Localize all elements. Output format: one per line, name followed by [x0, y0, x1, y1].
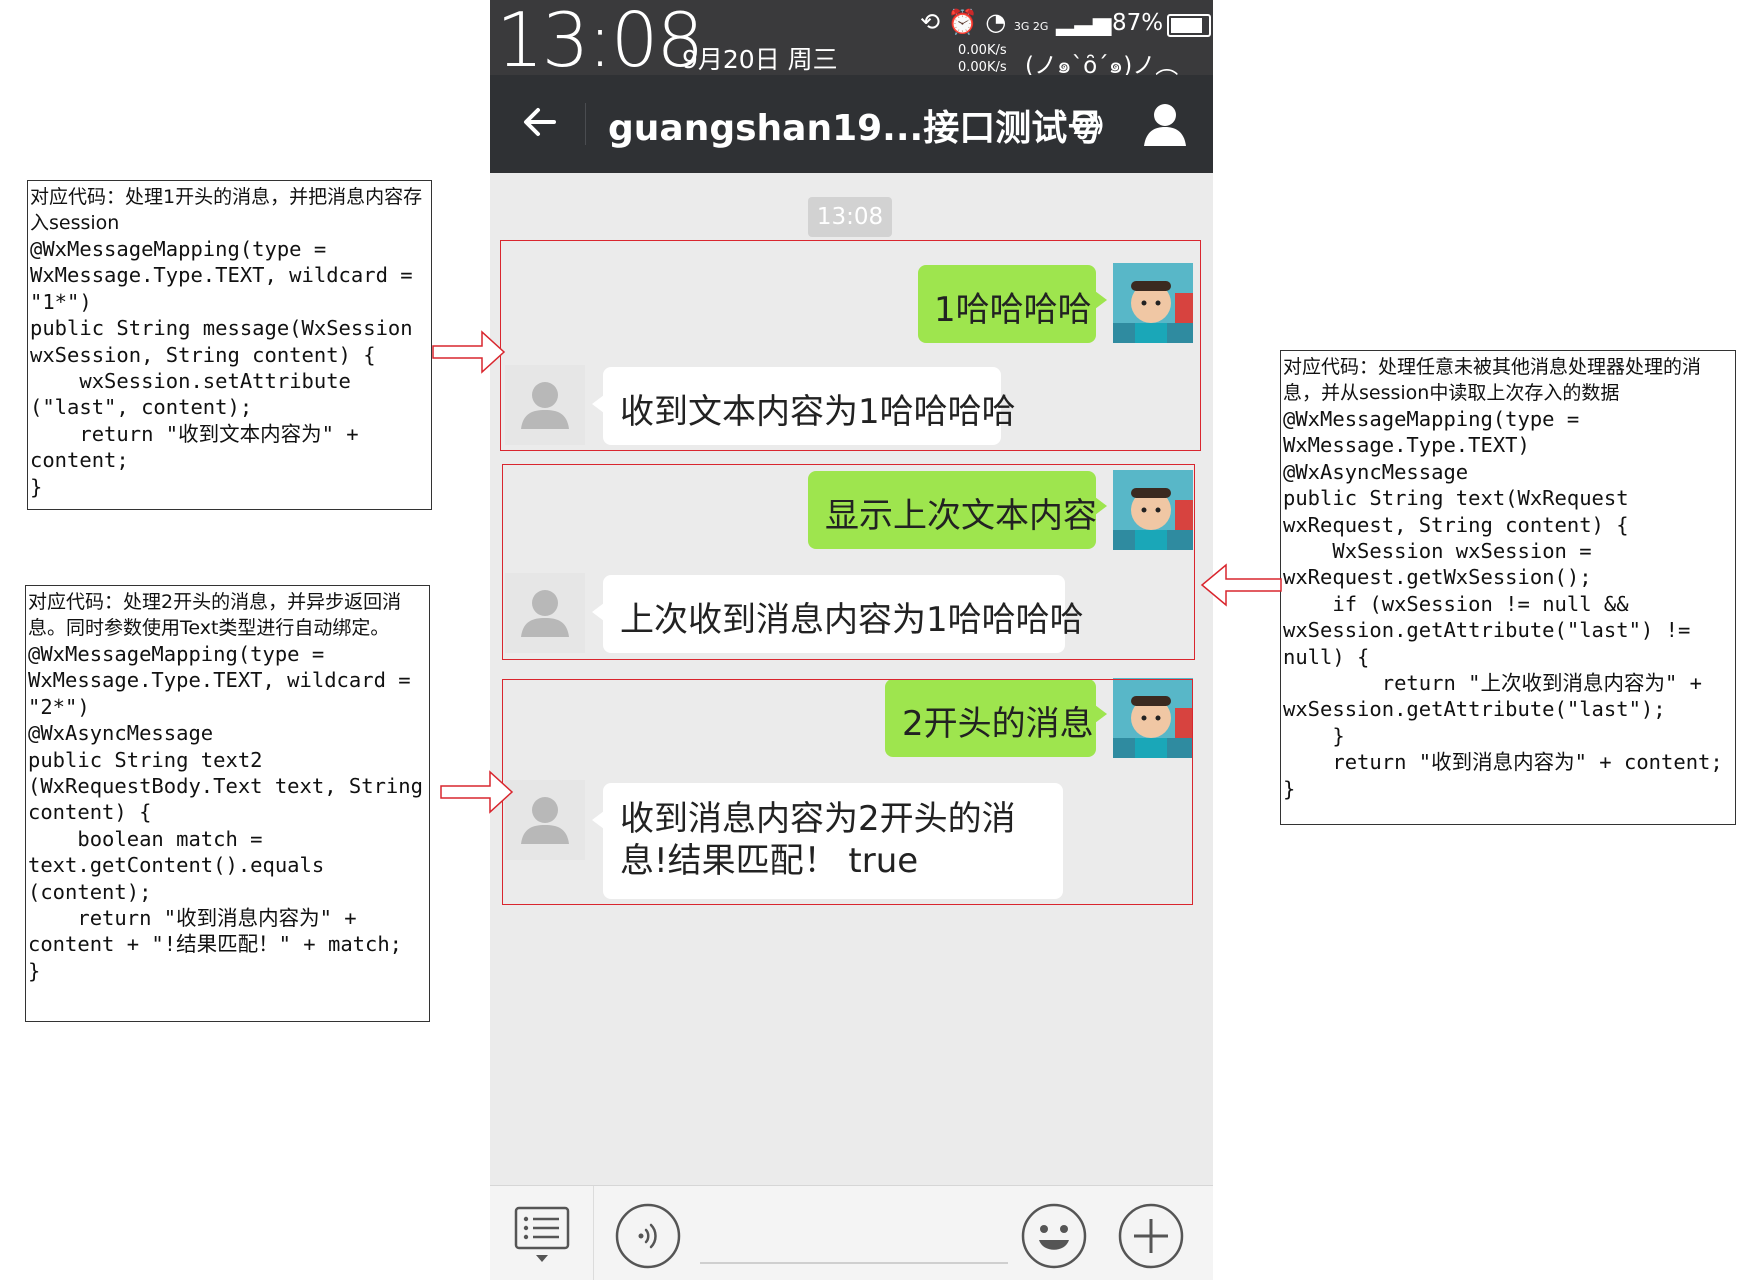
- voice-icon: [615, 1203, 681, 1269]
- status-icons: ⟲ ⏰ ◔ 3G 2G ▂▃▅: [920, 8, 1111, 36]
- battery-icon: [1167, 14, 1211, 37]
- plus-icon: [1118, 1203, 1184, 1269]
- note-heading: 对应代码：处理任意未被其他消息处理器处理的消息，并从session中读取上次存入…: [1283, 356, 1702, 404]
- rotate-lock-icon: ⟲: [920, 8, 941, 36]
- menu-button[interactable]: [514, 1206, 570, 1262]
- list-menu-icon: [514, 1206, 570, 1262]
- emoji-button[interactable]: [1021, 1203, 1087, 1269]
- profile-button[interactable]: [1140, 99, 1190, 149]
- net-speed-up: 0.00K/s: [958, 43, 1007, 58]
- arrow-right-icon: [432, 330, 506, 374]
- note-code: @WxMessageMapping(type = WxMessage.Type.…: [30, 237, 413, 499]
- plus-button[interactable]: [1118, 1203, 1184, 1269]
- note-heading: 对应代码：处理1开头的消息，并把消息内容存入session: [30, 186, 423, 234]
- chat-title: guangshan19...接口测试号: [608, 108, 1104, 149]
- code-note-2: 对应代码：处理2开头的消息，并异步返回消息。同时参数使用Text类型进行自动绑定…: [25, 585, 430, 1022]
- network-type: 3G 2G: [1013, 20, 1049, 33]
- note-heading: 对应代码：处理2开头的消息，并异步返回消息。同时参数使用Text类型进行自动绑定…: [28, 591, 402, 639]
- message-input[interactable]: [700, 1262, 1008, 1264]
- input-bar: [490, 1185, 1213, 1280]
- date: 9月20日 周三: [682, 45, 838, 74]
- person-icon: [1144, 104, 1186, 146]
- chat-header: guangshan19...接口测试号: [490, 75, 1213, 173]
- highlight-box: [500, 240, 1201, 451]
- clock: 13:08: [496, 0, 704, 84]
- note-code: @WxMessageMapping(type = WxMessage.Type.…: [1283, 407, 1723, 801]
- arrow-left-icon: [1200, 563, 1282, 607]
- code-note-3: 对应代码：处理任意未被其他消息处理器处理的消息，并从session中读取上次存入…: [1280, 350, 1736, 825]
- note-code: @WxMessageMapping(type = WxMessage.Type.…: [28, 642, 423, 983]
- ear-icon: [1072, 111, 1103, 140]
- battery-percent: 87%: [1112, 10, 1164, 36]
- signal-icon: ▂▃▅: [1056, 8, 1112, 36]
- ear-mode-button[interactable]: [1065, 105, 1105, 145]
- input-separator: [593, 1186, 594, 1280]
- arrow-left-icon: [524, 108, 556, 136]
- message-timestamp: 13:08: [808, 197, 892, 237]
- arrow-right-icon: [440, 770, 514, 814]
- net-speed: 0.00K/s 0.00K/s: [958, 42, 1007, 76]
- voice-button[interactable]: [615, 1203, 681, 1269]
- phone-screen: 13:08 9月20日 周三 ⟲ ⏰ ◔ 3G 2G ▂▃▅ 87% 0.00K…: [490, 0, 1213, 1280]
- emoji-icon: [1021, 1203, 1087, 1269]
- title-separator: [585, 103, 586, 145]
- status-bar: 13:08 9月20日 周三 ⟲ ⏰ ◔ 3G 2G ▂▃▅ 87% 0.00K…: [490, 0, 1213, 80]
- net-speed-down: 0.00K/s: [958, 60, 1007, 75]
- wifi-icon: ◔: [985, 8, 1007, 36]
- back-button[interactable]: [518, 100, 562, 144]
- highlight-box: [502, 464, 1195, 660]
- alarm-icon: ⏰: [947, 8, 978, 36]
- code-note-1: 对应代码：处理1开头的消息，并把消息内容存入session @WxMessage…: [27, 180, 432, 510]
- highlight-box: [502, 679, 1193, 905]
